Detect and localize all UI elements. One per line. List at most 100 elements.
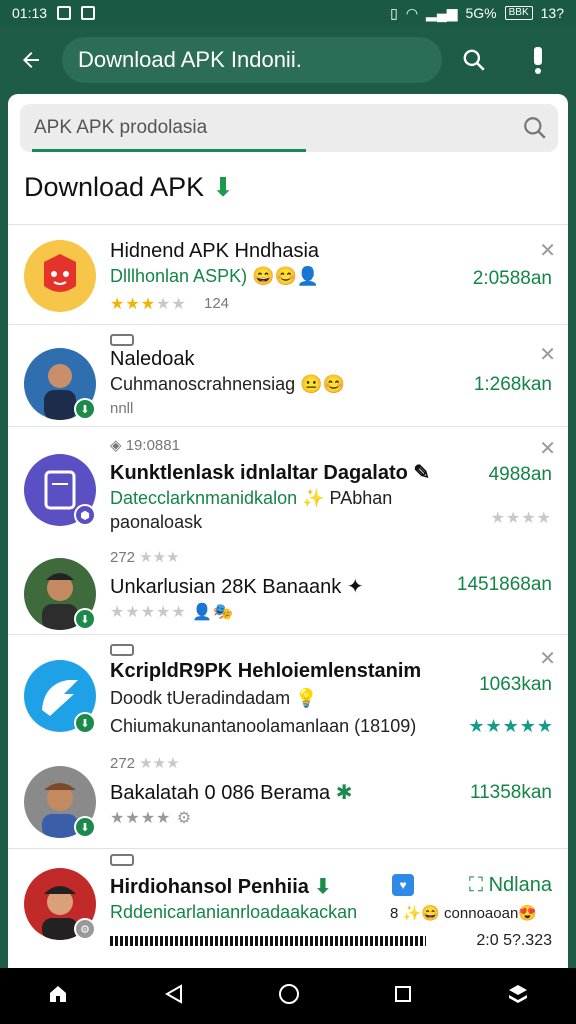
- results-card: APK APK prodolasia Download APK ⬇ Hidnen…: [8, 94, 568, 968]
- network-label: 5G%: [465, 5, 497, 21]
- item-price: 1:268kan: [473, 374, 552, 395]
- emoji-icon: 😄😊👤: [252, 266, 320, 286]
- vibrate-icon: ▯: [390, 4, 398, 21]
- item-subtitle: Cuhmanoscrahnensiag 😐😊: [110, 374, 345, 395]
- sparkle-icon: ✦: [346, 576, 364, 598]
- inner-search-field[interactable]: APK APK prodolasia: [20, 104, 558, 152]
- item-line3: paonaloask: [110, 512, 203, 532]
- recents-icon[interactable]: [393, 984, 413, 1009]
- list-item[interactable]: ⚙ Hirdiohansol Penhiia ⬇ Rddenicarlanian…: [8, 850, 568, 968]
- item-bottom-right: 2:0 5?.323: [476, 932, 552, 949]
- heart-icon: ♥: [392, 874, 414, 896]
- notification-icon-2: [81, 6, 96, 20]
- back-arrow-icon[interactable]: [0, 26, 62, 94]
- install-badge-icon: ⬇: [74, 398, 96, 420]
- item-sub-right: connoaoan: [444, 905, 519, 922]
- tag-icon: [110, 334, 134, 346]
- divider: [8, 224, 568, 225]
- rating-stars: ★★★★★ 👤🎭: [110, 604, 235, 621]
- notification-icon: [57, 6, 72, 20]
- list-item[interactable]: 272 ★★★ ⬇ Unkarlusian 28K Banaank ✦ ★★★★…: [8, 538, 568, 634]
- item-price: 2:0588an: [472, 268, 552, 289]
- item-price: 11358kan: [469, 782, 552, 803]
- item-title: Hidnend APK Hndhasia: [110, 240, 320, 262]
- item-subtitle: Rddenicarlanianrloadaakackan: [110, 902, 358, 922]
- list-item[interactable]: ⬇ KcripldR9PK Hehloiemlenstanim Doodk tU…: [8, 636, 568, 754]
- search-underline: [32, 149, 306, 152]
- item-title-text: Hirdiohansol Penhiia: [110, 876, 309, 898]
- status-badge-icon: ⬢: [74, 504, 96, 526]
- item-price: 4988an: [488, 464, 552, 485]
- item-title: KcripldR9PK Hehloiemlenstanim: [110, 660, 422, 682]
- section-title: Download APK ⬇: [24, 172, 234, 203]
- list-item[interactable]: ◈ 19:0881 ⬢ Kunktlenlask idnlaltar Dagal…: [8, 428, 568, 538]
- item-subtitle-text: Dlllhonlan ASPK): [110, 266, 248, 286]
- tag-icon: [110, 854, 134, 866]
- search-input[interactable]: Download APK Indonii.: [62, 37, 442, 83]
- item-subtitle: Doodk tUeradindadam 💡: [110, 688, 318, 709]
- divider: [8, 634, 568, 635]
- clock-right: 13?: [540, 5, 564, 21]
- list-item[interactable]: ⬇ Naledoak Cuhmanoscrahnensiag 😐😊 nnll 1…: [8, 326, 568, 426]
- emoji-count: 8: [390, 905, 399, 922]
- item-subtitle-text: Doodk tUeradindadam: [110, 688, 291, 708]
- more-icon[interactable]: [506, 26, 570, 94]
- signal-icon: ▂▄▆: [426, 4, 458, 21]
- item-meta: 272 ★★★: [110, 755, 180, 772]
- app-logo-icon: ⛶: [469, 874, 484, 896]
- rating-stars: ★★★★★: [468, 716, 554, 736]
- status-badge-icon: ⚙: [74, 918, 96, 940]
- item-subtitle-text: Cuhmanoscrahnensiag: [110, 374, 296, 394]
- search-icon-inner[interactable]: [522, 115, 548, 147]
- emoji-icon: 😐😊: [300, 374, 345, 394]
- section-title-text: Download APK: [24, 172, 205, 202]
- list-item[interactable]: 272 ★★★ ⬇ Bakalatah 0 086 Berama ✱ ★★★★ …: [8, 754, 568, 848]
- close-icon[interactable]: ✕: [539, 342, 556, 367]
- status-bar: 01:13 ▯ ◠ ▂▄▆ 5G% BBK 13?: [0, 0, 576, 26]
- install-badge-icon: ⬇: [74, 816, 96, 838]
- item-price: 1451868an: [456, 574, 552, 595]
- search-query-text: Download APK Indonii.: [78, 47, 302, 72]
- app-switch-icon[interactable]: [506, 982, 530, 1011]
- item-title: Naledoak: [110, 348, 195, 370]
- item-meta-text: 272: [110, 549, 136, 566]
- pencil-icon: ✎: [413, 462, 431, 484]
- battery-icon: BBK: [504, 6, 533, 20]
- item-price: 1063kan: [479, 674, 552, 695]
- app-bar: Download APK Indonii.: [0, 26, 576, 94]
- rating-count: 124: [204, 295, 230, 312]
- item-title: Hirdiohansol Penhiia ⬇: [110, 874, 331, 899]
- circle-home-icon[interactable]: [277, 982, 301, 1011]
- home-icon[interactable]: [46, 982, 70, 1011]
- progress-bar: [110, 936, 426, 946]
- close-icon[interactable]: ✕: [539, 238, 556, 263]
- sparkle-icon: ✱: [335, 782, 353, 804]
- download-arrow-icon: ⬇: [212, 172, 234, 202]
- install-badge-icon: ⬇: [74, 608, 96, 630]
- item-subtitle-extra: PAbhan: [329, 488, 393, 508]
- item-subtitle: Datecclarknmanidkalon ✨ PAbhan: [110, 488, 392, 509]
- item-title-text: Kunktlenlask idnlaltar Dagalato: [110, 462, 408, 484]
- back-icon[interactable]: [163, 983, 185, 1010]
- inner-search-text: APK APK prodolasia: [34, 117, 208, 138]
- item-meta: 272 ★★★: [110, 549, 180, 566]
- wifi-icon: ◠: [405, 4, 419, 21]
- item-subtitle: Dlllhonlan ASPK) 😄😊👤: [110, 266, 319, 287]
- item-emoji-text: 8 ✨😄 connoaoan😍: [390, 905, 537, 922]
- tag-icon: ◈: [110, 437, 122, 454]
- system-nav-bar: [0, 968, 576, 1024]
- rating-stars: ★★★★ ⚙: [110, 810, 193, 827]
- divider: [8, 324, 568, 325]
- app-logo-icon: [24, 240, 96, 312]
- search-icon[interactable]: [442, 26, 506, 94]
- close-icon[interactable]: ✕: [539, 646, 556, 671]
- item-line3: Chiumakunantanoolamanlaan (18109): [110, 716, 417, 736]
- item-meta-text: 272: [110, 755, 136, 772]
- item-extra: nnll: [110, 400, 134, 417]
- close-icon[interactable]: ✕: [539, 436, 556, 461]
- gear-icon: ⚙: [176, 810, 193, 827]
- rating-stars: ★★★★★: [110, 296, 187, 313]
- item-meta-text: 19:0881: [125, 437, 180, 454]
- list-item[interactable]: Hidnend APK Hndhasia Dlllhonlan ASPK) 😄😊…: [8, 226, 568, 324]
- install-badge-icon: ⬇: [74, 712, 96, 734]
